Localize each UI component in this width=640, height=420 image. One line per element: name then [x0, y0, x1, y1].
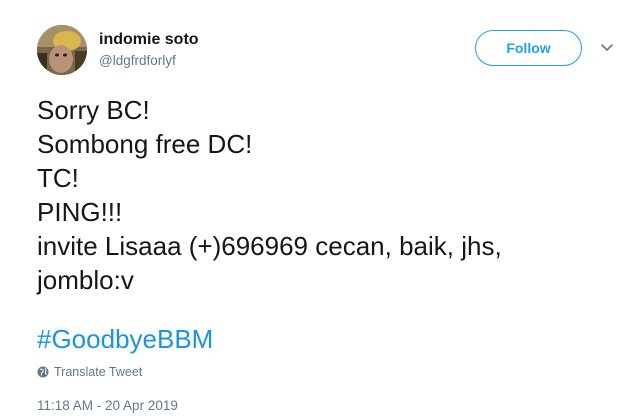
tweet-line: Sombong free DC!	[37, 129, 253, 159]
tweet-line: Sorry BC!	[37, 95, 150, 125]
avatar-image	[37, 25, 87, 75]
tweet-line: PING!!!	[37, 197, 123, 227]
tweet-timestamp[interactable]: 11:18 AM - 20 Apr 2019	[37, 398, 178, 413]
chevron-down-icon[interactable]	[599, 40, 615, 56]
avatar[interactable]	[37, 25, 87, 75]
tweet-line: invite Lisaaa (+)696969 cecan, baik, jhs…	[37, 231, 502, 261]
tweet-line: jomblo:v	[37, 265, 134, 295]
display-name[interactable]: indomie soto	[99, 31, 199, 49]
translate-label: Translate Tweet	[54, 365, 143, 379]
tweet-line: TC!	[37, 163, 79, 193]
globe-icon	[37, 366, 49, 378]
hashtag-link[interactable]: #GoodbyeBBM	[37, 322, 213, 356]
follow-button[interactable]: Follow	[475, 30, 582, 66]
user-handle[interactable]: @ldgfrdforlyf	[99, 53, 176, 68]
translate-tweet-link[interactable]: Translate Tweet	[37, 365, 142, 379]
tweet-text: Sorry BC! Sombong free DC! TC! PING!!! i…	[37, 93, 627, 297]
